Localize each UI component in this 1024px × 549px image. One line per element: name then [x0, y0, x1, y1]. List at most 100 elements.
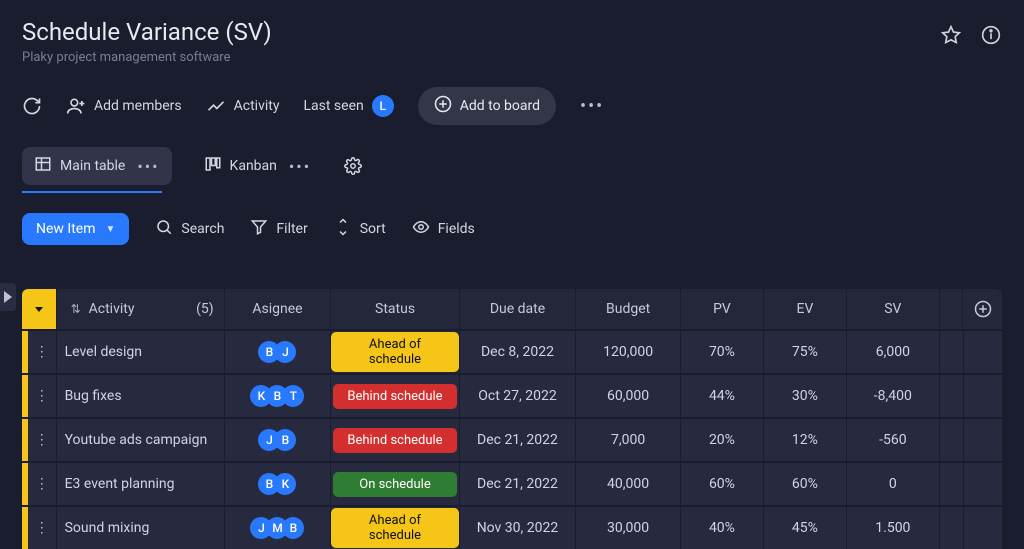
- cell-status[interactable]: Ahead of schedule: [330, 331, 458, 373]
- search-label: Search: [181, 221, 224, 237]
- tab-kanban[interactable]: Kanban •••: [192, 147, 324, 185]
- cell-due-date[interactable]: Dec 21, 2022: [459, 463, 576, 505]
- activity-button[interactable]: Activity: [206, 96, 280, 116]
- cell-status[interactable]: On schedule: [330, 463, 458, 505]
- column-budget[interactable]: Budget: [575, 289, 680, 329]
- table-row[interactable]: ⋮Youtube ads campaignJBBehind scheduleDe…: [22, 419, 1002, 461]
- gear-icon: [343, 156, 363, 176]
- column-due-date[interactable]: Due date: [459, 289, 576, 329]
- star-icon[interactable]: [940, 24, 962, 46]
- status-badge: On schedule: [333, 472, 457, 497]
- cell-sv[interactable]: 6,000: [846, 331, 939, 373]
- cell-assignee[interactable]: KBT: [224, 375, 331, 417]
- tab-main-more[interactable]: •••: [137, 157, 159, 176]
- row-more-button[interactable]: ⋮: [28, 375, 56, 417]
- row-more-button[interactable]: ⋮: [28, 507, 56, 549]
- filter-button[interactable]: Filter: [250, 218, 307, 240]
- table-header: ⇅ Activity (5) Asignee Status Due date B…: [22, 289, 1002, 329]
- chevron-down-icon: ▼: [106, 224, 116, 235]
- more-toolbar-button[interactable]: •••: [580, 96, 604, 117]
- cell-status[interactable]: Behind schedule: [330, 419, 458, 461]
- cell-sv[interactable]: -8,400: [846, 375, 939, 417]
- status-badge: Behind schedule: [333, 384, 457, 409]
- cell-activity[interactable]: Bug fixes: [56, 375, 224, 417]
- cell-spacer: [939, 463, 963, 505]
- cell-budget[interactable]: 60,000: [575, 375, 680, 417]
- cell-budget[interactable]: 120,000: [575, 331, 680, 373]
- cell-pv[interactable]: 44%: [680, 375, 763, 417]
- row-more-button[interactable]: ⋮: [28, 331, 56, 373]
- cell-pv[interactable]: 60%: [680, 463, 763, 505]
- last-seen[interactable]: Last seen L: [303, 95, 393, 117]
- cell-sv[interactable]: -560: [846, 419, 939, 461]
- cell-ev[interactable]: 75%: [763, 331, 846, 373]
- cell-spacer: [939, 331, 963, 373]
- avatar: T: [282, 385, 304, 407]
- column-status[interactable]: Status: [330, 289, 458, 329]
- cell-due-date[interactable]: Nov 30, 2022: [459, 507, 576, 549]
- table-row[interactable]: ⋮E3 event planningBKOn scheduleDec 21, 2…: [22, 463, 1002, 505]
- avatar: J: [274, 341, 296, 363]
- cell-assignee[interactable]: BJ: [224, 331, 331, 373]
- sort-label: Sort: [360, 221, 386, 237]
- cell-ev[interactable]: 30%: [763, 375, 846, 417]
- fields-button[interactable]: Fields: [412, 218, 475, 240]
- group-collapse-button[interactable]: [22, 289, 56, 329]
- column-activity[interactable]: ⇅ Activity (5): [56, 289, 224, 329]
- cell-sv[interactable]: 0: [846, 463, 939, 505]
- add-members-icon: [66, 96, 86, 116]
- add-to-board-button[interactable]: Add to board: [418, 87, 556, 125]
- cell-activity[interactable]: Youtube ads campaign: [56, 419, 224, 461]
- cell-pv[interactable]: 70%: [680, 331, 763, 373]
- add-column-button[interactable]: [962, 289, 1002, 329]
- column-ev[interactable]: EV: [763, 289, 846, 329]
- column-assignee[interactable]: Asignee: [224, 289, 331, 329]
- search-button[interactable]: Search: [155, 218, 224, 240]
- cell-assignee[interactable]: JMB: [224, 507, 331, 549]
- column-sv[interactable]: SV: [846, 289, 939, 329]
- sort-icon: [334, 218, 352, 240]
- tab-kanban-more[interactable]: •••: [289, 157, 311, 176]
- table-row[interactable]: ⋮Level designBJAhead of scheduleDec 8, 2…: [22, 331, 1002, 373]
- column-pv[interactable]: PV: [680, 289, 763, 329]
- expand-panel-button[interactable]: [0, 283, 16, 311]
- cell-assignee[interactable]: JB: [224, 419, 331, 461]
- row-more-button[interactable]: ⋮: [28, 463, 56, 505]
- cell-spacer-end: [963, 463, 1003, 505]
- table-row[interactable]: ⋮Bug fixesKBTBehind scheduleOct 27, 2022…: [22, 375, 1002, 417]
- cell-activity[interactable]: E3 event planning: [56, 463, 224, 505]
- column-spacer: [939, 289, 963, 329]
- cell-spacer-end: [963, 419, 1003, 461]
- cell-status[interactable]: Behind schedule: [330, 375, 458, 417]
- cell-ev[interactable]: 12%: [763, 419, 846, 461]
- refresh-button[interactable]: [22, 96, 42, 116]
- cell-sv[interactable]: 1.500: [846, 507, 939, 549]
- cell-ev[interactable]: 60%: [763, 463, 846, 505]
- add-members-label: Add members: [94, 98, 182, 114]
- cell-due-date[interactable]: Dec 8, 2022: [459, 331, 576, 373]
- avatar: K: [274, 473, 296, 495]
- cell-budget[interactable]: 40,000: [575, 463, 680, 505]
- cell-status[interactable]: Ahead of schedule: [330, 507, 458, 549]
- cell-ev[interactable]: 45%: [763, 507, 846, 549]
- views-settings-button[interactable]: [343, 156, 363, 176]
- row-more-button[interactable]: ⋮: [28, 419, 56, 461]
- new-item-button[interactable]: New Item ▼: [22, 213, 129, 245]
- table-row[interactable]: ⋮Sound mixingJMBAhead of scheduleNov 30,…: [22, 507, 1002, 549]
- sort-handle-icon: ⇅: [71, 302, 81, 316]
- cell-pv[interactable]: 40%: [680, 507, 763, 549]
- sort-button[interactable]: Sort: [334, 218, 386, 240]
- cell-pv[interactable]: 20%: [680, 419, 763, 461]
- last-seen-avatar: L: [372, 95, 394, 117]
- cell-due-date[interactable]: Oct 27, 2022: [459, 375, 576, 417]
- tab-main-table[interactable]: Main table •••: [22, 147, 172, 185]
- cell-activity[interactable]: Sound mixing: [56, 507, 224, 549]
- cell-due-date[interactable]: Dec 21, 2022: [459, 419, 576, 461]
- cell-assignee[interactable]: BK: [224, 463, 331, 505]
- cell-budget[interactable]: 7,000: [575, 419, 680, 461]
- cell-activity[interactable]: Level design: [56, 331, 224, 373]
- add-members-button[interactable]: Add members: [66, 96, 182, 116]
- cell-budget[interactable]: 30,000: [575, 507, 680, 549]
- info-icon[interactable]: [980, 24, 1002, 46]
- row-count: (5): [196, 301, 224, 317]
